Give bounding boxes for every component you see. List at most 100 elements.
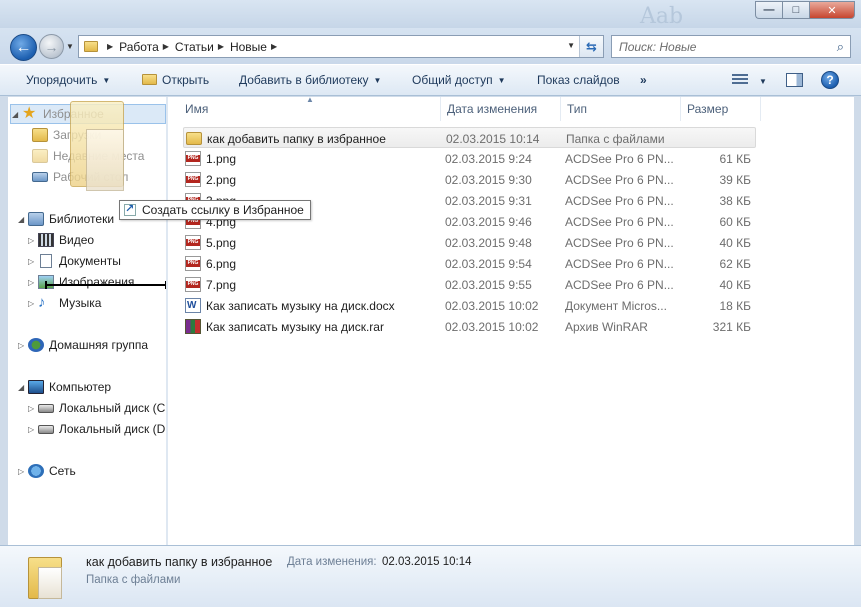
file-row[interactable]: как добавить папку в избранное 02.03.2015… xyxy=(183,127,756,148)
expand-arrow-icon[interactable]: ▷ xyxy=(18,341,28,350)
nav-network[interactable]: ▷ Сеть xyxy=(18,461,76,481)
nav-images[interactable]: ▷ Изображения xyxy=(28,272,134,292)
file-name: 7.png xyxy=(206,277,237,292)
file-row[interactable]: 2.png 02.03.2015 9:30 ACDSee Pro 6 PN... 39… xyxy=(183,169,756,190)
close-button[interactable]: ✕ xyxy=(809,1,855,19)
file-row[interactable]: Как записать музыку на диск.rar 02.03.201… xyxy=(183,316,756,337)
breadcrumb-chevron-icon[interactable]: ▶ xyxy=(218,42,224,51)
expand-arrow-icon[interactable]: ▷ xyxy=(28,299,38,308)
search-icon[interactable]: ⌕ xyxy=(837,39,844,55)
view-options-icon[interactable] xyxy=(732,74,748,86)
nav-libraries-label: Библиотеки xyxy=(49,212,115,226)
nav-homegroup[interactable]: ▷ Домашняя группа xyxy=(18,335,148,355)
file-date: 02.03.2015 9:54 xyxy=(445,256,532,271)
open-label: Открыть xyxy=(162,73,210,87)
collapse-arrow-icon[interactable]: ◢ xyxy=(18,383,28,392)
expand-arrow-icon[interactable]: ▷ xyxy=(28,257,38,266)
file-name-cell[interactable]: Как записать музыку на диск.docx xyxy=(185,295,440,316)
rar-file-icon xyxy=(185,319,201,334)
organize-menu[interactable]: Упорядочить ▼ xyxy=(26,73,110,87)
back-button[interactable]: ← xyxy=(10,34,37,61)
file-type: ACDSee Pro 6 PN... xyxy=(565,277,674,292)
breadcrumb-chevron-icon[interactable]: ▶ xyxy=(107,42,113,51)
nav-music[interactable]: ▷ ♪ Музыка xyxy=(28,293,101,313)
file-size: 18 КБ xyxy=(719,298,751,313)
file-row[interactable]: 5.png 02.03.2015 9:48 ACDSee Pro 6 PN... 40… xyxy=(183,232,756,253)
expand-arrow-icon[interactable]: ▷ xyxy=(28,236,38,245)
docx-file-icon xyxy=(185,298,201,313)
file-name-cell[interactable]: 2.png xyxy=(185,169,440,190)
nav-computer[interactable]: ◢ Компьютер xyxy=(18,377,111,397)
file-name-cell[interactable]: 6.png xyxy=(185,253,440,274)
column-header-size[interactable]: Размер xyxy=(681,97,761,121)
file-name-cell[interactable]: 1.png xyxy=(185,148,440,169)
view-options-dropdown[interactable]: ▼ xyxy=(754,74,767,88)
expand-arrow-icon[interactable]: ▷ xyxy=(18,467,28,476)
nav-documents[interactable]: ▷ Документы xyxy=(28,251,121,271)
breadcrumb-item[interactable]: Новые xyxy=(230,40,267,54)
window-controls: — □ ✕ xyxy=(755,1,855,19)
forward-button[interactable]: → xyxy=(39,34,64,59)
minimize-button[interactable]: — xyxy=(755,1,782,19)
breadcrumb-chevron-icon[interactable]: ▶ xyxy=(163,42,169,51)
expand-arrow-icon[interactable]: ▷ xyxy=(28,404,38,413)
refresh-button[interactable]: ⇆ xyxy=(579,36,603,57)
file-date: 02.03.2015 10:02 xyxy=(445,298,539,313)
search-input[interactable] xyxy=(612,36,812,57)
open-folder-icon xyxy=(142,74,157,85)
file-name-cell[interactable]: как добавить папку в избранное xyxy=(186,128,441,149)
file-row[interactable]: 6.png 02.03.2015 9:54 ACDSee Pro 6 PN... 62… xyxy=(183,253,756,274)
file-type: ACDSee Pro 6 PN... xyxy=(565,235,674,250)
add-to-library-menu[interactable]: Добавить в библиотеку ▼ xyxy=(239,73,381,87)
file-row[interactable]: 1.png 02.03.2015 9:24 ACDSee Pro 6 PN... 61… xyxy=(183,148,756,169)
preview-pane-icon[interactable] xyxy=(786,73,803,87)
file-name: Как записать музыку на диск.rar xyxy=(206,319,384,334)
nav-disk-c[interactable]: ▷ Локальный диск (C xyxy=(28,398,165,418)
file-date: 02.03.2015 9:46 xyxy=(445,214,532,229)
file-name-cell[interactable]: 5.png xyxy=(185,232,440,253)
address-history-dropdown[interactable]: ▼ xyxy=(567,41,575,50)
nav-libraries[interactable]: ◢ Библиотеки xyxy=(18,209,114,229)
column-header-date[interactable]: Дата изменения xyxy=(441,97,561,121)
collapse-arrow-icon[interactable]: ◢ xyxy=(12,110,22,119)
share-menu[interactable]: Общий доступ ▼ xyxy=(412,73,506,87)
more-commands-button[interactable]: » xyxy=(640,73,647,87)
slideshow-button[interactable]: Показ слайдов xyxy=(537,73,620,87)
help-icon[interactable]: ? xyxy=(821,71,839,89)
nav-documents-label: Документы xyxy=(59,254,121,268)
disk-icon xyxy=(38,424,54,434)
file-type: ACDSee Pro 6 PN... xyxy=(565,172,674,187)
column-header-type[interactable]: Тип xyxy=(561,97,681,121)
add-to-library-label: Добавить в библиотеку xyxy=(239,73,369,87)
file-type: ACDSee Pro 6 PN... xyxy=(565,256,674,271)
column-header-name[interactable]: Имя xyxy=(179,97,441,121)
nav-disk-c-label: Локальный диск (C xyxy=(59,401,166,415)
expand-arrow-icon[interactable]: ▷ xyxy=(28,278,38,287)
breadcrumb-item[interactable]: Работа xyxy=(119,40,159,54)
file-size: 38 КБ xyxy=(719,193,751,208)
address-bar[interactable]: ▶ Работа ▶ Статьи ▶ Новые ▶ ▼ ⇆ xyxy=(78,35,604,58)
breadcrumb-item[interactable]: Статьи xyxy=(175,40,214,54)
open-button[interactable]: Открыть xyxy=(142,73,209,87)
recent-pages-dropdown[interactable]: ▼ xyxy=(66,42,74,51)
file-name-cell[interactable]: Как записать музыку на диск.rar xyxy=(185,316,440,337)
chevron-down-icon: ▼ xyxy=(373,76,382,85)
collapse-arrow-icon[interactable]: ◢ xyxy=(18,215,28,224)
expand-arrow-icon[interactable]: ▷ xyxy=(28,425,38,434)
breadcrumb-chevron-icon[interactable]: ▶ xyxy=(271,42,277,51)
file-row[interactable]: 7.png 02.03.2015 9:55 ACDSee Pro 6 PN... 40… xyxy=(183,274,756,295)
file-date: 02.03.2015 10:02 xyxy=(445,319,539,334)
documents-icon xyxy=(40,254,52,268)
homegroup-icon xyxy=(28,338,44,352)
maximize-button[interactable]: □ xyxy=(782,1,809,19)
system-disk-icon xyxy=(38,403,54,413)
details-date-label: Дата изменения: xyxy=(287,556,377,568)
nav-disk-d[interactable]: ▷ Локальный диск (D xyxy=(28,419,165,439)
file-name: Как записать музыку на диск.docx xyxy=(206,298,395,313)
nav-video[interactable]: ▷ Видео xyxy=(28,230,94,250)
file-row[interactable]: Как записать музыку на диск.docx 02.03.20… xyxy=(183,295,756,316)
search-box[interactable]: ⌕ xyxy=(611,35,851,58)
file-name-cell[interactable]: 7.png xyxy=(185,274,440,295)
file-type: Архив WinRAR xyxy=(565,319,648,334)
drag-tooltip-text: Создать ссылку в Избранное xyxy=(142,203,304,217)
